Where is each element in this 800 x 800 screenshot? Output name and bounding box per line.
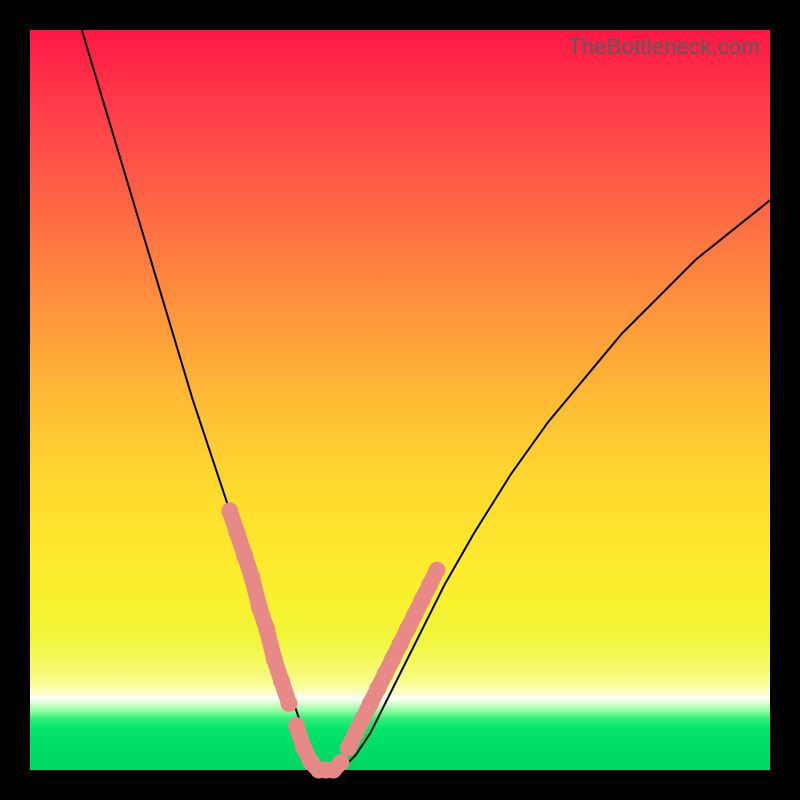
marker-dot: [244, 570, 260, 586]
marker-dot: [348, 725, 364, 741]
marker-dot: [355, 710, 371, 726]
marker-dot: [362, 695, 378, 711]
chart-frame: TheBottleneck.com: [0, 0, 800, 800]
marker-dot: [296, 740, 312, 756]
marker-dot: [429, 562, 445, 578]
marker-dot: [237, 547, 253, 563]
chart-plot-area: TheBottleneck.com: [30, 30, 770, 770]
marker-dot: [370, 681, 386, 697]
marker-dot: [266, 651, 282, 667]
marker-dot: [407, 607, 423, 623]
marker-dot: [377, 666, 393, 682]
marker-dot: [259, 621, 275, 637]
curve-group: [82, 30, 770, 770]
marker-dot: [414, 592, 430, 608]
marker-dot: [333, 755, 349, 771]
marker-group: [222, 503, 445, 778]
marker-dot: [288, 718, 304, 734]
marker-dot: [385, 651, 401, 667]
marker-dot: [229, 525, 245, 541]
marker-dot: [422, 577, 438, 593]
chart-svg: [30, 30, 770, 770]
marker-dot: [251, 599, 267, 615]
marker-dot: [222, 503, 238, 519]
marker-dot: [399, 621, 415, 637]
marker-dot: [274, 673, 290, 689]
marker-dot: [392, 636, 408, 652]
marker-dot: [340, 740, 356, 756]
bottleneck-curve: [82, 30, 770, 770]
marker-dot: [281, 695, 297, 711]
